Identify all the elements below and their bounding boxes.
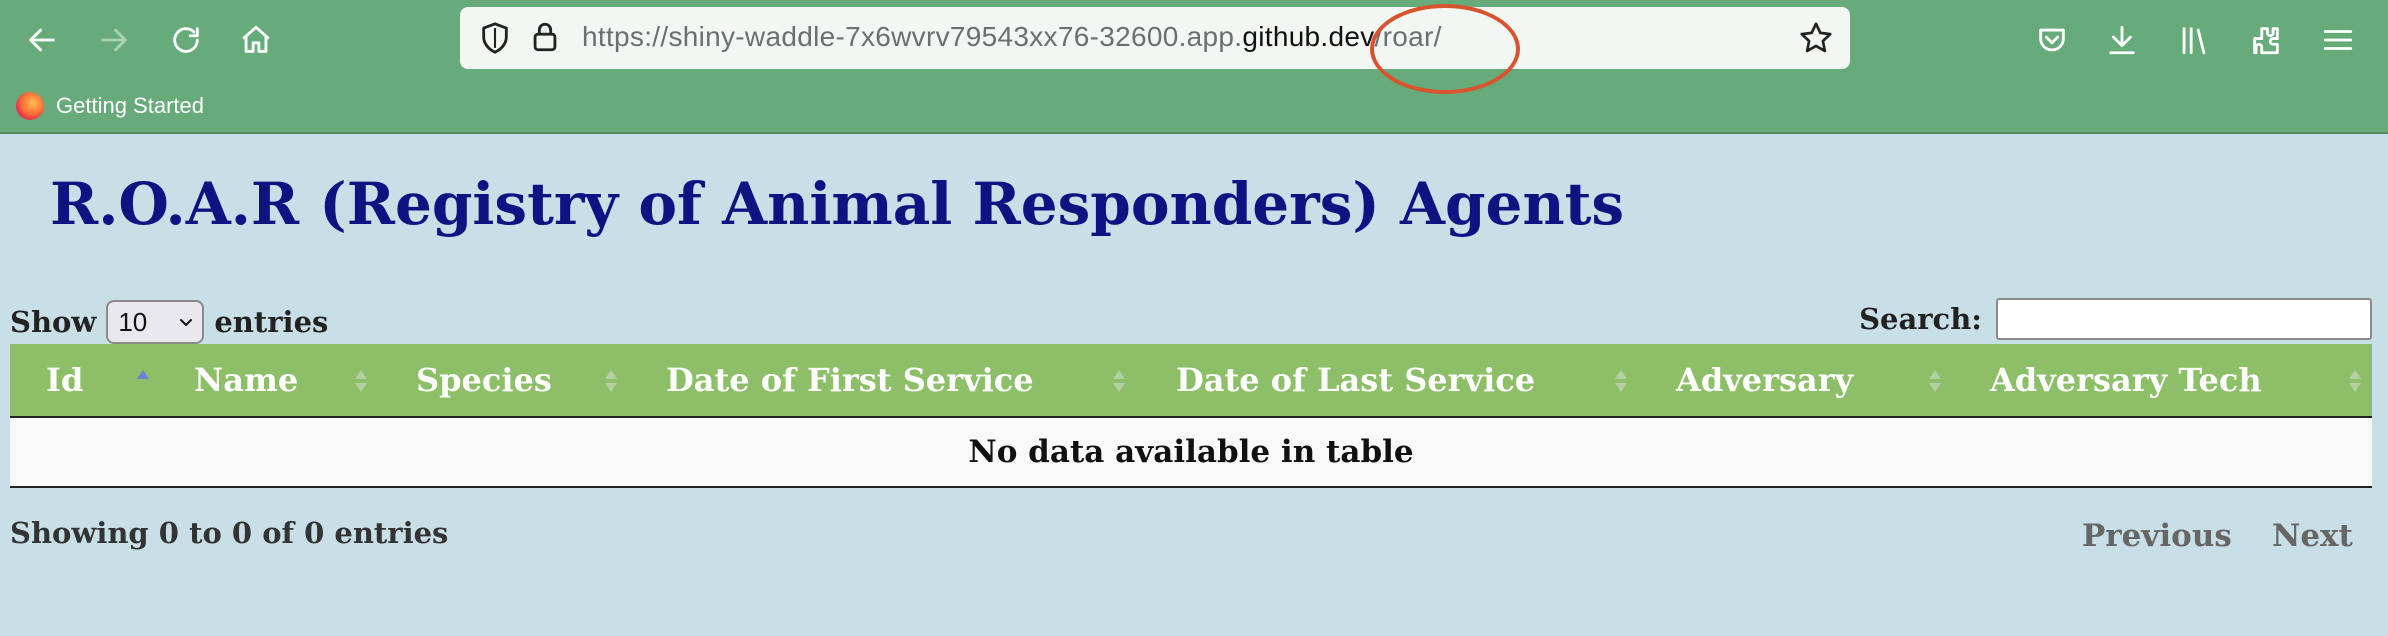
column-header-label: Id	[46, 361, 84, 399]
browser-toolbar: https://shiny-waddle-7x6wvrv79543xx76-32…	[0, 0, 2388, 134]
column-header-species[interactable]: Species	[416, 344, 552, 416]
column-header-label: Adversary Tech	[1990, 361, 2262, 399]
search-input[interactable]	[1996, 298, 2372, 340]
page-length-control: Show 10 entries	[10, 300, 328, 344]
search-control: Search:	[1859, 298, 2372, 340]
column-header-id[interactable]: Id	[46, 344, 83, 416]
page-title: R.O.A.R (Registry of Animal Responders) …	[50, 170, 1625, 238]
page-length-value: 10	[118, 306, 148, 337]
page-length-select[interactable]: 10	[106, 300, 205, 344]
column-header-label: Species	[416, 361, 552, 399]
extensions-button[interactable]	[2244, 18, 2288, 62]
library-icon	[2182, 27, 2206, 55]
reload-button[interactable]	[164, 18, 208, 62]
pocket-button[interactable]	[2030, 18, 2074, 62]
url-text[interactable]: https://shiny-waddle-7x6wvrv79543xx76-32…	[582, 21, 1442, 53]
sort-both-icon	[355, 370, 367, 392]
reload-icon	[173, 27, 199, 53]
star-icon[interactable]	[1798, 20, 1834, 56]
back-button[interactable]	[20, 18, 64, 62]
url-host: github.dev	[1242, 21, 1375, 52]
column-header-label: Date of First Service	[666, 361, 1034, 399]
column-header-label: Date of Last Service	[1176, 361, 1536, 399]
column-header-label: Adversary	[1676, 361, 1854, 399]
chevron-down-icon	[180, 319, 193, 326]
download-button[interactable]	[2100, 18, 2144, 62]
address-bar[interactable]: https://shiny-waddle-7x6wvrv79543xx76-32…	[460, 7, 1850, 69]
sort-both-icon	[1929, 370, 1941, 392]
column-header-adversary-tech[interactable]: Adversary Tech	[1990, 344, 2262, 416]
firefox-icon	[16, 92, 44, 120]
extensions-icon	[2253, 27, 2279, 55]
library-button[interactable]	[2172, 18, 2216, 62]
sort-both-icon	[1113, 370, 1125, 392]
previous-page-button[interactable]: Previous	[2082, 518, 2232, 554]
shield-icon[interactable]	[478, 21, 512, 55]
menu-icon	[2323, 30, 2353, 50]
show-label: Show	[10, 305, 97, 339]
back-icon	[29, 28, 55, 52]
entries-label: entries	[214, 305, 329, 339]
column-header-adversary[interactable]: Adversary	[1676, 344, 1853, 416]
menu-button[interactable]	[2316, 18, 2360, 62]
column-header-date-last-service[interactable]: Date of Last Service	[1176, 344, 1535, 416]
column-header-name[interactable]: Name	[194, 344, 298, 416]
lock-icon[interactable]	[528, 20, 562, 54]
bookmark-label: Getting Started	[56, 93, 204, 118]
table-header: Id Name Species Date of First Service Da…	[10, 344, 2372, 418]
empty-table-message: No data available in table	[968, 434, 1414, 470]
next-page-button[interactable]: Next	[2272, 518, 2353, 554]
download-icon	[2109, 25, 2135, 55]
url-prefix: https://shiny-waddle-7x6wvrv79543xx76-32…	[582, 21, 1243, 52]
sort-both-icon	[605, 370, 617, 392]
sort-ascending-icon	[137, 370, 149, 379]
table-info: Showing 0 to 0 of 0 entries	[10, 516, 449, 550]
pocket-icon	[2039, 28, 2065, 52]
forward-icon	[101, 28, 127, 52]
home-button[interactable]	[234, 18, 278, 62]
search-label: Search:	[1859, 302, 1982, 336]
sort-both-icon	[2349, 370, 2361, 392]
column-header-label: Name	[194, 361, 299, 399]
column-header-date-first-service[interactable]: Date of First Service	[666, 344, 1034, 416]
forward-button[interactable]	[92, 18, 136, 62]
url-path: /roar/	[1374, 21, 1442, 52]
home-icon	[242, 25, 270, 53]
bookmark-getting-started[interactable]: Getting Started	[16, 92, 204, 120]
sort-both-icon	[1615, 370, 1627, 392]
empty-table-row: No data available in table	[10, 418, 2372, 488]
